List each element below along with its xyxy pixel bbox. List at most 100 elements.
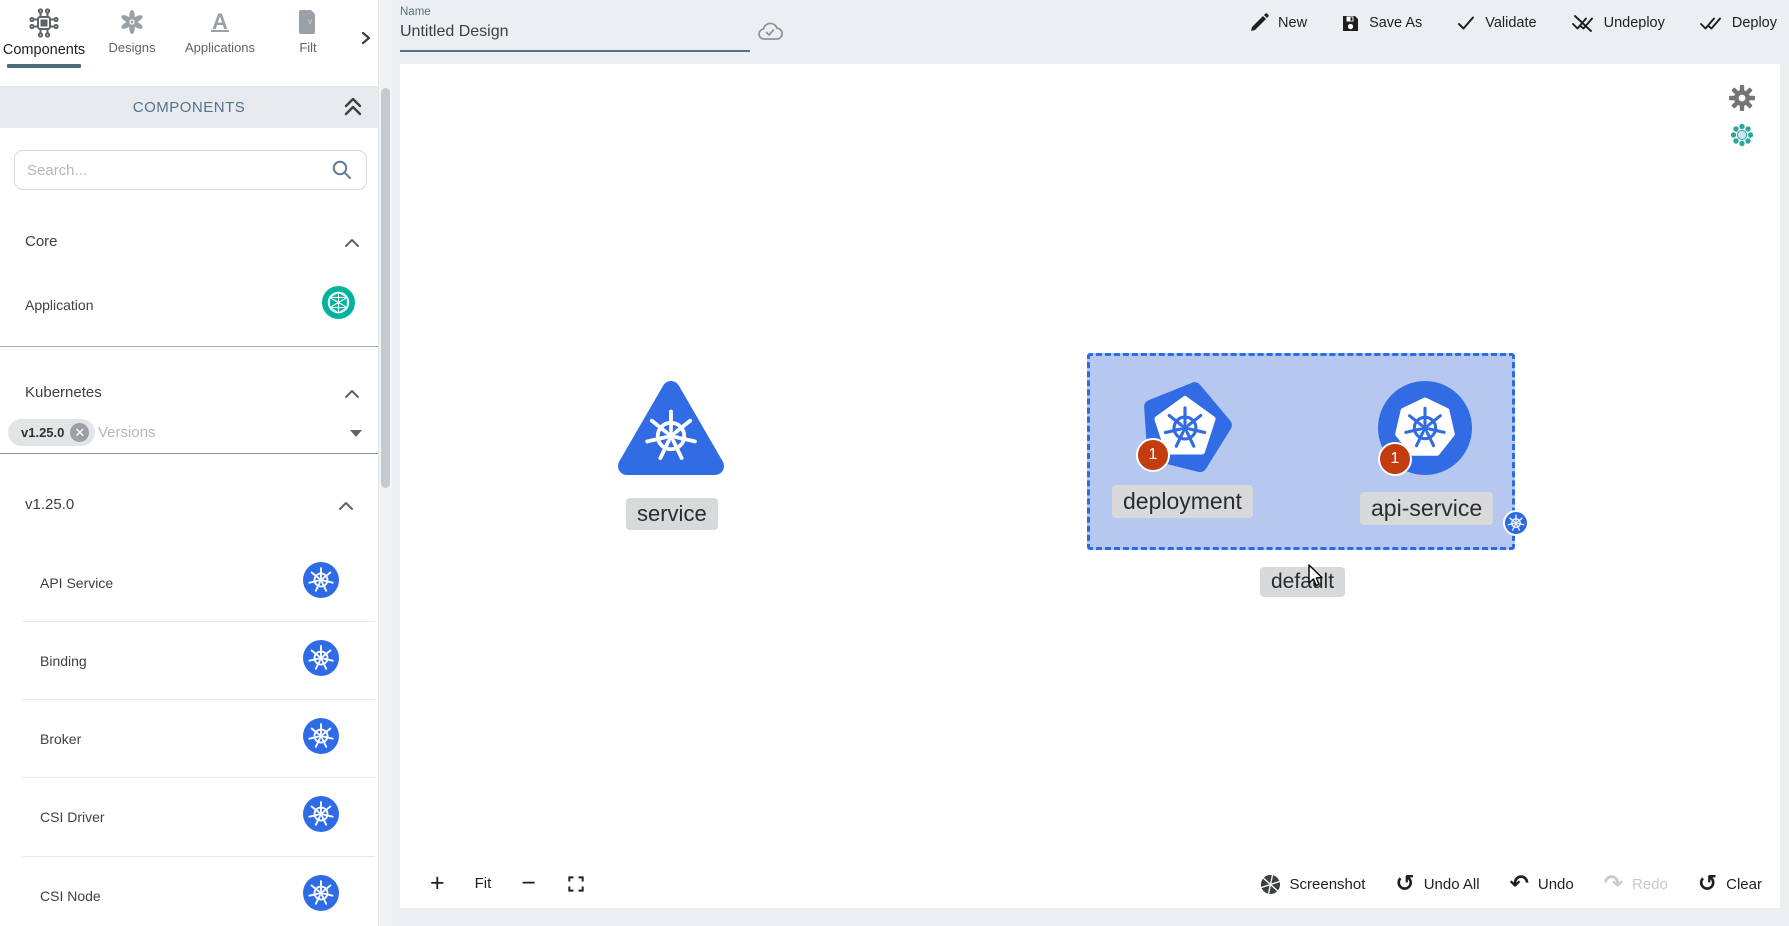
divider bbox=[0, 346, 378, 347]
deploy-double-check-icon bbox=[1699, 13, 1723, 33]
redo-button-label: Redo bbox=[1632, 876, 1668, 893]
broker-k8s-icon[interactable] bbox=[302, 717, 340, 755]
tab-applications[interactable]: A Applications bbox=[176, 0, 264, 55]
undeploy-crossed-checks-icon bbox=[1571, 13, 1595, 33]
divider bbox=[23, 777, 375, 778]
group-k8s-handle-icon[interactable] bbox=[1503, 510, 1529, 536]
validate-button[interactable]: Validate bbox=[1456, 13, 1536, 33]
undo-all-button[interactable]: ↺ Undo All bbox=[1395, 873, 1479, 896]
divider bbox=[23, 856, 375, 857]
designs-pinwheel-icon bbox=[118, 8, 146, 36]
versions-placeholder: Versions bbox=[98, 424, 156, 441]
zoom-out-button[interactable]: − bbox=[521, 871, 536, 896]
tab-filters[interactable]: v Filt bbox=[264, 0, 352, 55]
check-icon bbox=[1456, 13, 1476, 33]
namespace-group-label[interactable]: default bbox=[1260, 567, 1345, 597]
clear-button[interactable]: ↺ Clear bbox=[1698, 873, 1762, 896]
filters-file-icon: v bbox=[296, 8, 320, 36]
versions-select-underline bbox=[0, 453, 378, 454]
undo-all-button-label: Undo All bbox=[1424, 876, 1480, 893]
design-name-field: Name bbox=[400, 6, 748, 41]
undo-all-icon: ↺ bbox=[1395, 873, 1414, 896]
sidebar-scrollbar[interactable] bbox=[378, 0, 392, 926]
undo-button-label: Undo bbox=[1538, 876, 1574, 893]
redo-icon: ↷ bbox=[1604, 873, 1623, 896]
panel-title: COMPONENTS bbox=[133, 99, 246, 116]
api-service-k8s-icon[interactable] bbox=[302, 561, 340, 599]
screenshot-button-label: Screenshot bbox=[1290, 876, 1366, 893]
kubernetes-cluster-icon[interactable] bbox=[1730, 123, 1754, 147]
undeploy-button[interactable]: Undeploy bbox=[1571, 13, 1665, 33]
sidebar-tabbar: Components Designs A bbox=[0, 0, 378, 82]
scrollbar-thumb[interactable] bbox=[381, 88, 390, 488]
history-toolbar: Screenshot ↺ Undo All ↶ Undo ↷ Redo ↺ Cl… bbox=[1260, 873, 1762, 896]
collapse-panel-icon[interactable] bbox=[342, 95, 364, 119]
validate-button-label: Validate bbox=[1485, 15, 1536, 31]
cloud-saved-icon bbox=[756, 20, 784, 42]
active-tab-indicator bbox=[7, 64, 81, 68]
service-node-label[interactable]: service bbox=[626, 498, 718, 530]
section-kubernetes-label: Kubernetes bbox=[25, 384, 102, 401]
component-search bbox=[14, 150, 367, 190]
section-version-collapse-icon[interactable] bbox=[336, 499, 356, 513]
screenshot-button[interactable]: Screenshot bbox=[1260, 874, 1366, 895]
deploy-button-label: Deploy bbox=[1732, 15, 1777, 31]
floppy-disk-icon bbox=[1341, 14, 1360, 33]
divider bbox=[23, 621, 375, 622]
api-service-badge: 1 bbox=[1378, 442, 1412, 476]
shutter-icon bbox=[1260, 874, 1281, 895]
save-as-button-label: Save As bbox=[1369, 15, 1422, 31]
new-button[interactable]: New bbox=[1249, 13, 1307, 33]
application-component-icon[interactable] bbox=[321, 285, 356, 320]
component-binding-label: Binding bbox=[40, 653, 87, 669]
fullscreen-icon[interactable] bbox=[566, 874, 586, 894]
tab-designs-label: Designs bbox=[109, 40, 156, 55]
undo-button[interactable]: ↶ Undo bbox=[1510, 873, 1574, 896]
divider bbox=[23, 699, 375, 700]
tab-designs[interactable]: Designs bbox=[88, 0, 176, 55]
components-chip-icon bbox=[29, 8, 59, 38]
redo-button[interactable]: ↷ Redo bbox=[1604, 873, 1668, 896]
zoom-in-button[interactable]: + bbox=[430, 871, 445, 896]
version-chip-label: v1.25.0 bbox=[21, 425, 64, 440]
versions-dropdown-caret-icon[interactable] bbox=[350, 430, 362, 437]
components-panel-header: COMPONENTS bbox=[0, 86, 378, 128]
component-broker-label: Broker bbox=[40, 731, 81, 747]
search-icon[interactable] bbox=[330, 158, 354, 182]
csi-driver-k8s-icon[interactable] bbox=[302, 795, 340, 833]
design-canvas[interactable]: service 1 deployment 1 api-service defau… bbox=[400, 64, 1780, 908]
save-as-button[interactable]: Save As bbox=[1341, 14, 1422, 33]
clear-icon: ↺ bbox=[1698, 873, 1717, 896]
component-csi-driver-label: CSI Driver bbox=[40, 809, 105, 825]
tab-components-label: Components bbox=[3, 42, 85, 58]
search-input[interactable] bbox=[27, 162, 330, 179]
csi-node-k8s-icon[interactable] bbox=[302, 874, 340, 912]
fit-button[interactable]: Fit bbox=[475, 875, 492, 892]
tab-components[interactable]: Components bbox=[0, 0, 88, 58]
name-field-label: Name bbox=[400, 6, 748, 18]
undo-icon: ↶ bbox=[1510, 873, 1529, 896]
version-chip[interactable]: v1.25.0 ✕ bbox=[8, 419, 95, 446]
new-button-label: New bbox=[1278, 15, 1307, 31]
version-chip-remove-icon[interactable]: ✕ bbox=[70, 423, 89, 442]
service-node-icon[interactable] bbox=[613, 376, 729, 486]
component-csi-node-label: CSI Node bbox=[40, 888, 101, 904]
binding-k8s-icon[interactable] bbox=[302, 639, 340, 677]
pencil-icon bbox=[1249, 13, 1269, 33]
tab-scroll-right-chevron[interactable] bbox=[358, 30, 374, 46]
deployment-node-label[interactable]: deployment bbox=[1112, 485, 1253, 518]
deploy-button[interactable]: Deploy bbox=[1699, 13, 1777, 33]
name-field-underline bbox=[400, 50, 750, 52]
deployment-badge: 1 bbox=[1136, 438, 1170, 472]
section-kubernetes-collapse-icon[interactable] bbox=[342, 387, 362, 401]
api-service-node-label[interactable]: api-service bbox=[1360, 492, 1493, 525]
top-action-bar: New Save As Validate Undeploy Deploy bbox=[1249, 13, 1777, 33]
canvas-settings-gear-icon[interactable] bbox=[1728, 84, 1756, 112]
section-version-label: v1.25.0 bbox=[25, 496, 74, 513]
svg-text:v: v bbox=[308, 16, 313, 26]
mouse-cursor bbox=[1305, 564, 1327, 588]
clear-button-label: Clear bbox=[1726, 876, 1762, 893]
section-core-collapse-icon[interactable] bbox=[342, 236, 362, 250]
tab-filters-label: Filt bbox=[299, 40, 316, 55]
design-name-input[interactable] bbox=[400, 23, 748, 41]
